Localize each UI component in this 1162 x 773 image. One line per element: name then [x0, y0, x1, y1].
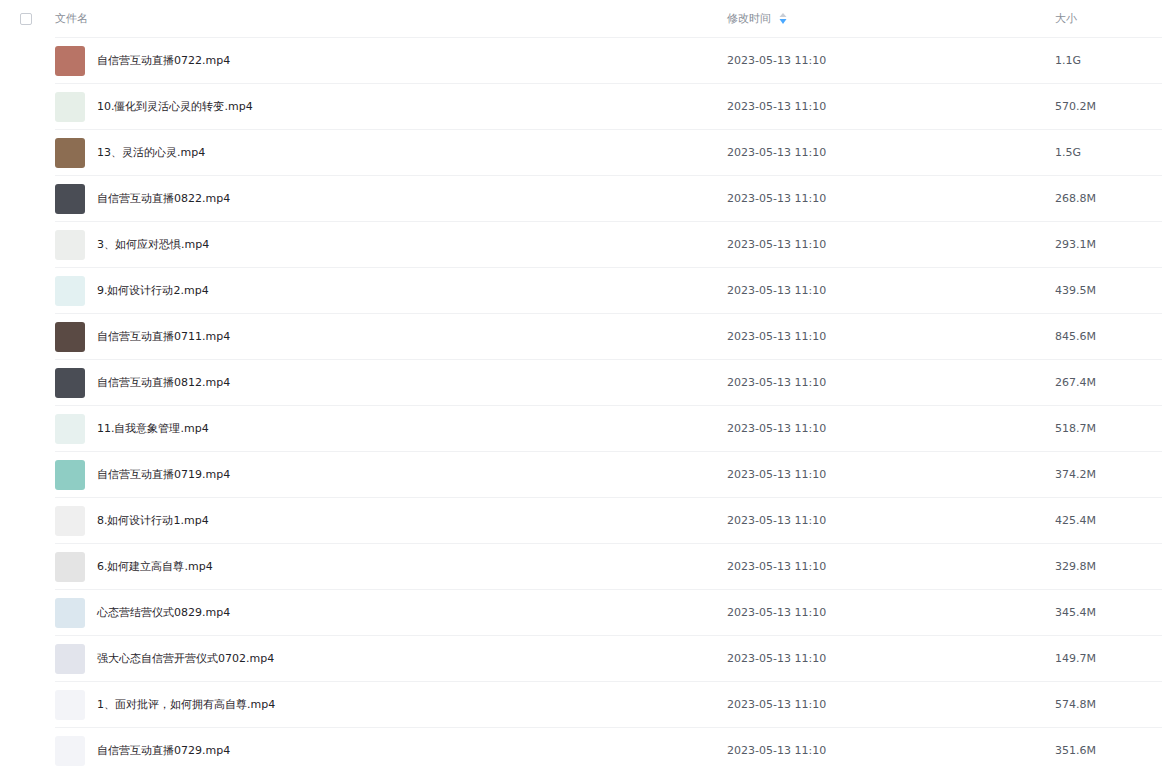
modified-time: 2023-05-13 11:10 — [727, 606, 1055, 619]
file-row[interactable]: 自信营互动直播0822.mp4 2023-05-13 11:10 268.8M — [0, 176, 1162, 222]
file-name[interactable]: 自信营互动直播0812.mp4 — [97, 375, 230, 390]
modified-time: 2023-05-13 11:10 — [727, 376, 1055, 389]
video-thumbnail — [55, 460, 85, 490]
file-size: 439.5M — [1055, 284, 1162, 297]
modified-time: 2023-05-13 11:10 — [727, 468, 1055, 481]
video-thumbnail — [55, 506, 85, 536]
file-name[interactable]: 8.如何设计行动1.mp4 — [97, 513, 209, 528]
file-list: 文件名 修改时间 大小 自信营互动直播0722.mp4 2023-05-13 1… — [0, 0, 1162, 773]
file-name[interactable]: 6.如何建立高自尊.mp4 — [97, 559, 213, 574]
file-name[interactable]: 1、面对批评，如何拥有高自尊.mp4 — [97, 697, 275, 712]
file-size: 1.5G — [1055, 146, 1162, 159]
table-header: 文件名 修改时间 大小 — [0, 0, 1162, 38]
modified-time: 2023-05-13 11:10 — [727, 744, 1055, 757]
file-name[interactable]: 自信营互动直播0711.mp4 — [97, 329, 230, 344]
video-thumbnail — [55, 644, 85, 674]
file-name[interactable]: 11.自我意象管理.mp4 — [97, 421, 209, 436]
file-row[interactable]: 强大心态自信营开营仪式0702.mp4 2023-05-13 11:10 149… — [0, 636, 1162, 682]
video-thumbnail — [55, 368, 85, 398]
modified-time: 2023-05-13 11:10 — [727, 698, 1055, 711]
file-name[interactable]: 自信营互动直播0722.mp4 — [97, 53, 230, 68]
file-size: 268.8M — [1055, 192, 1162, 205]
file-name[interactable]: 自信营互动直播0719.mp4 — [97, 467, 230, 482]
file-size: 351.6M — [1055, 744, 1162, 757]
video-thumbnail — [55, 92, 85, 122]
file-size: 293.1M — [1055, 238, 1162, 251]
video-thumbnail — [55, 598, 85, 628]
modified-time: 2023-05-13 11:10 — [727, 192, 1055, 205]
file-row[interactable]: 自信营互动直播0812.mp4 2023-05-13 11:10 267.4M — [0, 360, 1162, 406]
file-size: 345.4M — [1055, 606, 1162, 619]
select-all-checkbox[interactable] — [20, 13, 32, 25]
file-size: 518.7M — [1055, 422, 1162, 435]
file-row[interactable]: 自信营互动直播0719.mp4 2023-05-13 11:10 374.2M — [0, 452, 1162, 498]
file-row[interactable]: 自信营互动直播0729.mp4 2023-05-13 11:10 351.6M — [0, 728, 1162, 773]
file-name[interactable]: 心态营结营仪式0829.mp4 — [97, 605, 230, 620]
column-header[interactable]: 修改时间 — [727, 11, 1055, 26]
file-name[interactable]: 10.僵化到灵活心灵的转变.mp4 — [97, 99, 253, 114]
file-row[interactable]: 10.僵化到灵活心灵的转变.mp4 2023-05-13 11:10 570.2… — [0, 84, 1162, 130]
file-size: 574.8M — [1055, 698, 1162, 711]
file-size: 1.1G — [1055, 54, 1162, 67]
modified-time: 2023-05-13 11:10 — [727, 54, 1055, 67]
file-name[interactable]: 3、如何应对恐惧.mp4 — [97, 237, 209, 252]
video-thumbnail — [55, 690, 85, 720]
file-row[interactable]: 13、灵活的心灵.mp4 2023-05-13 11:10 1.5G — [0, 130, 1162, 176]
file-row[interactable]: 6.如何建立高自尊.mp4 2023-05-13 11:10 329.8M — [0, 544, 1162, 590]
modified-time: 2023-05-13 11:10 — [727, 284, 1055, 297]
file-size: 329.8M — [1055, 560, 1162, 573]
modified-time: 2023-05-13 11:10 — [727, 238, 1055, 251]
file-row[interactable]: 自信营互动直播0722.mp4 2023-05-13 11:10 1.1G — [0, 38, 1162, 84]
video-thumbnail — [55, 46, 85, 76]
modified-time: 2023-05-13 11:10 — [727, 146, 1055, 159]
file-name[interactable]: 自信营互动直播0729.mp4 — [97, 743, 230, 758]
file-row[interactable]: 1、面对批评，如何拥有高自尊.mp4 2023-05-13 11:10 574.… — [0, 682, 1162, 728]
modified-time: 2023-05-13 11:10 — [727, 514, 1055, 527]
file-size: 425.4M — [1055, 514, 1162, 527]
file-name[interactable]: 13、灵活的心灵.mp4 — [97, 145, 205, 160]
file-row[interactable]: 3、如何应对恐惧.mp4 2023-05-13 11:10 293.1M — [0, 222, 1162, 268]
video-thumbnail — [55, 230, 85, 260]
modified-time: 2023-05-13 11:10 — [727, 560, 1055, 573]
sort-icon[interactable] — [779, 13, 787, 24]
video-thumbnail — [55, 184, 85, 214]
file-size: 267.4M — [1055, 376, 1162, 389]
file-row[interactable]: 8.如何设计行动1.mp4 2023-05-13 11:10 425.4M — [0, 498, 1162, 544]
modified-time: 2023-05-13 11:10 — [727, 100, 1055, 113]
file-name[interactable]: 9.如何设计行动2.mp4 — [97, 283, 209, 298]
video-thumbnail — [55, 276, 85, 306]
file-size: 570.2M — [1055, 100, 1162, 113]
video-thumbnail — [55, 138, 85, 168]
video-thumbnail — [55, 322, 85, 352]
column-header[interactable]: 文件名 — [55, 11, 727, 26]
file-size: 845.6M — [1055, 330, 1162, 343]
file-name[interactable]: 自信营互动直播0822.mp4 — [97, 191, 230, 206]
video-thumbnail — [55, 552, 85, 582]
video-thumbnail — [55, 736, 85, 766]
file-name[interactable]: 强大心态自信营开营仪式0702.mp4 — [97, 651, 274, 666]
file-row[interactable]: 9.如何设计行动2.mp4 2023-05-13 11:10 439.5M — [0, 268, 1162, 314]
video-thumbnail — [55, 414, 85, 444]
file-row[interactable]: 11.自我意象管理.mp4 2023-05-13 11:10 518.7M — [0, 406, 1162, 452]
file-row[interactable]: 心态营结营仪式0829.mp4 2023-05-13 11:10 345.4M — [0, 590, 1162, 636]
file-size: 149.7M — [1055, 652, 1162, 665]
column-header[interactable]: 大小 — [1055, 11, 1162, 26]
modified-time: 2023-05-13 11:10 — [727, 330, 1055, 343]
file-size: 374.2M — [1055, 468, 1162, 481]
modified-time: 2023-05-13 11:10 — [727, 652, 1055, 665]
file-row[interactable]: 自信营互动直播0711.mp4 2023-05-13 11:10 845.6M — [0, 314, 1162, 360]
modified-time: 2023-05-13 11:10 — [727, 422, 1055, 435]
